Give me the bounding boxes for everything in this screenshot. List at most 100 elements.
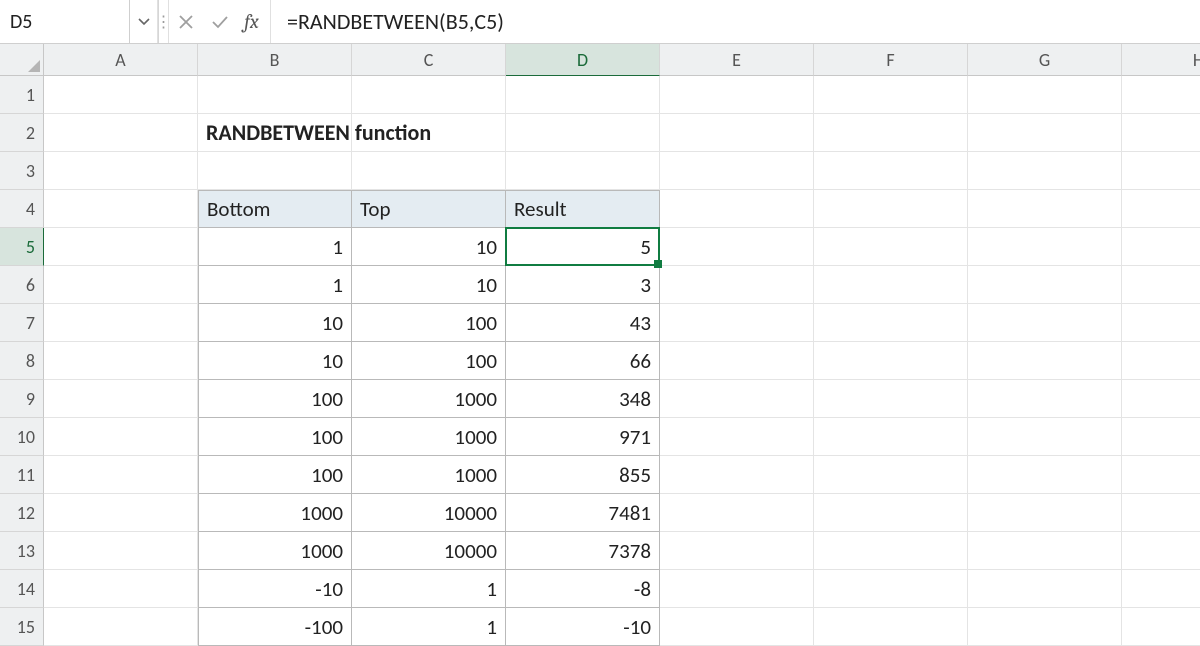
cell-E3[interactable] xyxy=(660,152,814,190)
cell-G8[interactable] xyxy=(968,342,1122,380)
cell-G12[interactable] xyxy=(968,494,1122,532)
cell-C15[interactable]: 1 xyxy=(352,608,506,646)
row-header-13[interactable]: 13 xyxy=(0,532,44,570)
cell-A7[interactable] xyxy=(44,304,198,342)
cell-C8[interactable]: 100 xyxy=(352,342,506,380)
cell-B3[interactable] xyxy=(198,152,352,190)
cell-F12[interactable] xyxy=(814,494,968,532)
cell-F2[interactable] xyxy=(814,114,968,152)
cell-C6[interactable]: 10 xyxy=(352,266,506,304)
cell-C5[interactable]: 10 xyxy=(352,228,506,266)
cell-H8[interactable] xyxy=(1122,342,1200,380)
cell-B4[interactable]: Bottom xyxy=(198,190,352,228)
cell-F14[interactable] xyxy=(814,570,968,608)
cell-A9[interactable] xyxy=(44,380,198,418)
cell-G11[interactable] xyxy=(968,456,1122,494)
name-box[interactable]: D5 xyxy=(0,0,130,43)
row-header-9[interactable]: 9 xyxy=(0,380,44,418)
cell-E14[interactable] xyxy=(660,570,814,608)
column-header-C[interactable]: C xyxy=(352,44,506,76)
cell-F1[interactable] xyxy=(814,76,968,114)
cell-B7[interactable]: 10 xyxy=(198,304,352,342)
cell-D7[interactable]: 43 xyxy=(506,304,660,342)
cell-A12[interactable] xyxy=(44,494,198,532)
cell-D4[interactable]: Result xyxy=(506,190,660,228)
cell-A10[interactable] xyxy=(44,418,198,456)
cell-A15[interactable] xyxy=(44,608,198,646)
column-header-H[interactable]: H xyxy=(1122,44,1200,76)
row-header-4[interactable]: 4 xyxy=(0,190,44,228)
cell-H9[interactable] xyxy=(1122,380,1200,418)
cell-G1[interactable] xyxy=(968,76,1122,114)
cell-H15[interactable] xyxy=(1122,608,1200,646)
column-header-E[interactable]: E xyxy=(660,44,814,76)
cell-D11[interactable]: 855 xyxy=(506,456,660,494)
name-box-dropdown[interactable] xyxy=(130,0,158,43)
cell-E7[interactable] xyxy=(660,304,814,342)
cell-H1[interactable] xyxy=(1122,76,1200,114)
cell-B12[interactable]: 1000 xyxy=(198,494,352,532)
cell-F5[interactable] xyxy=(814,228,968,266)
cell-G13[interactable] xyxy=(968,532,1122,570)
cell-D9[interactable]: 348 xyxy=(506,380,660,418)
cell-E15[interactable] xyxy=(660,608,814,646)
cell-E13[interactable] xyxy=(660,532,814,570)
row-header-5[interactable]: 5 xyxy=(0,228,44,266)
cell-C11[interactable]: 1000 xyxy=(352,456,506,494)
row-header-12[interactable]: 12 xyxy=(0,494,44,532)
cell-A4[interactable] xyxy=(44,190,198,228)
row-header-10[interactable]: 10 xyxy=(0,418,44,456)
row-header-15[interactable]: 15 xyxy=(0,608,44,646)
cell-A3[interactable] xyxy=(44,152,198,190)
cell-E10[interactable] xyxy=(660,418,814,456)
cell-G3[interactable] xyxy=(968,152,1122,190)
cell-H10[interactable] xyxy=(1122,418,1200,456)
cell-B2[interactable]: RANDBETWEEN function xyxy=(198,114,352,152)
cell-A13[interactable] xyxy=(44,532,198,570)
enter-button[interactable] xyxy=(203,0,237,43)
cell-E9[interactable] xyxy=(660,380,814,418)
cell-B14[interactable]: -10 xyxy=(198,570,352,608)
cell-G9[interactable] xyxy=(968,380,1122,418)
cell-A8[interactable] xyxy=(44,342,198,380)
select-all-corner[interactable] xyxy=(0,44,44,76)
column-header-D[interactable]: D xyxy=(506,44,660,76)
cell-D14[interactable]: -8 xyxy=(506,570,660,608)
cell-H11[interactable] xyxy=(1122,456,1200,494)
cell-D15[interactable]: -10 xyxy=(506,608,660,646)
row-header-8[interactable]: 8 xyxy=(0,342,44,380)
cell-B5[interactable]: 1 xyxy=(198,228,352,266)
cell-E5[interactable] xyxy=(660,228,814,266)
cell-H6[interactable] xyxy=(1122,266,1200,304)
cell-F3[interactable] xyxy=(814,152,968,190)
cell-A14[interactable] xyxy=(44,570,198,608)
column-header-B[interactable]: B xyxy=(198,44,352,76)
cell-D1[interactable] xyxy=(506,76,660,114)
cell-F15[interactable] xyxy=(814,608,968,646)
cell-B11[interactable]: 100 xyxy=(198,456,352,494)
cell-E2[interactable] xyxy=(660,114,814,152)
cell-D10[interactable]: 971 xyxy=(506,418,660,456)
cell-C3[interactable] xyxy=(352,152,506,190)
cell-G5[interactable] xyxy=(968,228,1122,266)
cell-F10[interactable] xyxy=(814,418,968,456)
cell-B15[interactable]: -100 xyxy=(198,608,352,646)
cell-F4[interactable] xyxy=(814,190,968,228)
cell-G10[interactable] xyxy=(968,418,1122,456)
cell-H3[interactable] xyxy=(1122,152,1200,190)
cell-E6[interactable] xyxy=(660,266,814,304)
cell-H14[interactable] xyxy=(1122,570,1200,608)
row-header-1[interactable]: 1 xyxy=(0,76,44,114)
cell-E11[interactable] xyxy=(660,456,814,494)
cell-H13[interactable] xyxy=(1122,532,1200,570)
cell-B10[interactable]: 100 xyxy=(198,418,352,456)
cell-F7[interactable] xyxy=(814,304,968,342)
cell-A1[interactable] xyxy=(44,76,198,114)
cell-C13[interactable]: 10000 xyxy=(352,532,506,570)
cell-E1[interactable] xyxy=(660,76,814,114)
cell-F8[interactable] xyxy=(814,342,968,380)
column-header-A[interactable]: A xyxy=(44,44,198,76)
cell-C9[interactable]: 1000 xyxy=(352,380,506,418)
cell-C1[interactable] xyxy=(352,76,506,114)
cancel-button[interactable] xyxy=(169,0,203,43)
